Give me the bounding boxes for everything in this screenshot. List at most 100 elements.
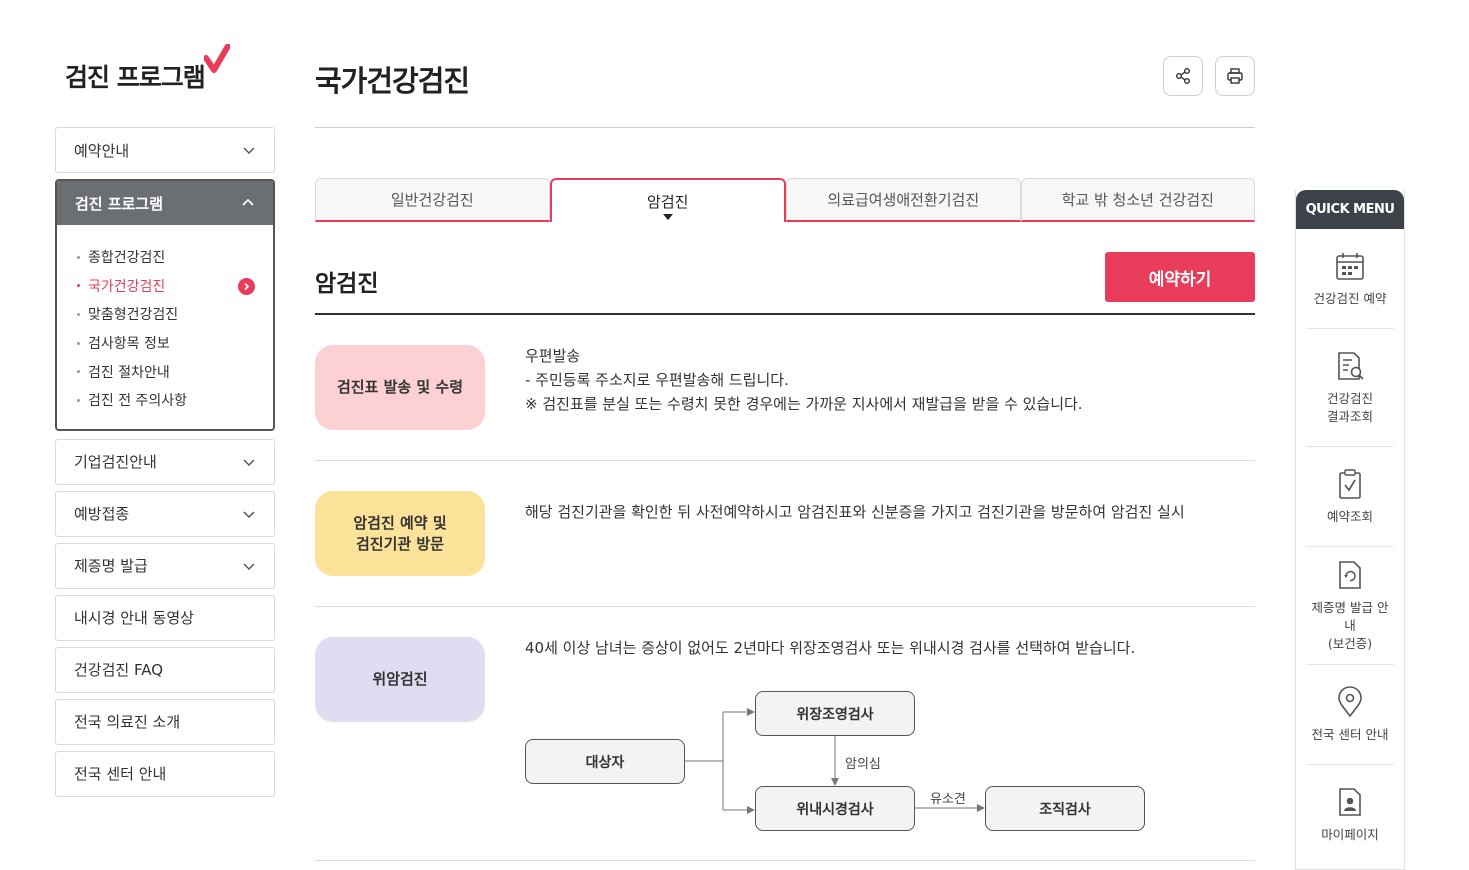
quick-item-results[interactable]: 건강검진 결과조회 [1306,329,1394,447]
quick-item-label: 결과조회 [1326,408,1373,424]
submenu-label: 국가건강검진 [88,278,166,295]
menu-item-faq[interactable]: 건강검진 FAQ [55,646,275,693]
quick-item-label: 전국 센터 안내 [1311,726,1389,742]
bullet-icon [77,312,80,316]
chevron-down-icon [243,459,255,466]
step-text-line: - 주민등록 주소지로 우편발송해 드립니다. [525,371,789,389]
chevron-down-icon [243,563,255,570]
menu-item-centers[interactable]: 전국 센터 안내 [55,750,275,797]
flow-box-biopsy: 조직검사 [985,786,1145,831]
submenu-item[interactable]: 맞춤형건강검진 [77,300,255,329]
quick-item-centers[interactable]: 전국 센터 안내 [1306,665,1394,765]
menu-item-certificate[interactable]: 제증명 발급 [55,542,275,589]
step-text-stomach: 40세 이상 남녀는 증상이 없어도 2년마다 위장조영검사 또는 위내시경 검… [525,639,1136,657]
menu-item-label: 전국 의료진 소개 [74,713,181,732]
step-badge-visit: 암검진 예약 및 검진기관 방문 [315,491,485,576]
quick-item-label: 마이페이지 [1321,827,1379,842]
tab-cancer-checkup[interactable]: 암검진 [549,178,786,222]
menu-item-endoscopy-video[interactable]: 내시경 안내 동영상 [55,594,275,641]
share-icon [1176,68,1190,84]
step-badge-delivery: 검진표 발송 및 수령 [315,345,485,430]
tab-medical-aid-checkup[interactable]: 의료급여생애전환기검진 [786,178,1021,222]
menu-item-label: 예방접종 [74,505,130,524]
quick-item-reservation[interactable]: 건강검진 예약 [1306,229,1394,329]
quick-item-reservation-lookup[interactable]: 예약조회 [1306,447,1394,547]
row-divider [315,860,1255,861]
submenu-label: 종합건강검진 [88,250,166,267]
bullet-icon [77,370,80,374]
menu-item-checkup-program[interactable]: 검진 프로그램 [57,181,273,225]
menu-item-corporate[interactable]: 기업검진안내 [55,438,275,485]
row-divider [315,606,1255,607]
check-logo-icon [204,44,230,73]
section-title: 암검진 [315,271,379,297]
menu-item-label: 내시경 안내 동영상 [74,609,194,628]
menu-item-label: 건강검진 FAQ [74,661,164,680]
header-divider [315,127,1255,128]
document-refresh-icon [1339,560,1361,589]
page-title: 국가건강검진 [315,64,470,98]
step-text-line: 우편발송 [525,347,581,365]
quick-item-certificate[interactable]: 제증명 발급 안내 (보건증) [1306,547,1394,665]
submenu-label: 검진 절차안내 [88,364,170,381]
menu-item-doctors[interactable]: 전국 의료진 소개 [55,698,275,745]
bullet-icon [77,341,80,345]
bullet-icon [77,398,80,402]
flow-box-subject: 대상자 [525,739,685,784]
tab-youth-checkup[interactable]: 학교 밖 청소년 건강검진 [1020,178,1255,222]
step-text-visit: 해당 검진기관을 확인한 뒤 사전예약하시고 암검진표와 신분증을 가지고 검진… [525,503,1185,521]
tab-bar: 일반건강검진 암검진 의료급여생애전환기검진 학교 밖 청소년 건강검진 [315,178,1255,222]
flow-label-finding: 유소견 [930,792,966,807]
tab-label: 의료급여생애전환기검진 [827,191,980,209]
menu-item-label: 제증명 발급 [74,557,148,576]
quick-item-mypage[interactable]: 마이페이지 [1306,765,1394,865]
section-divider [315,313,1255,315]
chevron-down-icon [243,147,255,155]
share-button[interactable] [1163,56,1203,96]
submenu-item[interactable]: 검진 전 주의사항 [77,386,255,415]
document-search-icon [1338,351,1364,380]
tab-general-checkup[interactable]: 일반건강검진 [315,178,550,222]
menu-item-label: 기업검진안내 [74,453,157,472]
menu-item-label: 검진 프로그램 [75,194,164,213]
tab-label: 학교 밖 청소년 건강검진 [1061,191,1214,209]
chevron-down-icon [243,511,255,518]
bullet-icon [77,255,80,259]
user-document-icon [1339,788,1361,816]
quick-menu: QUICK MENU 건강검진 예약 건강검진 결과조회 예약조회 제증명 발급… [1295,190,1405,870]
reserve-button[interactable]: 예약하기 [1105,252,1255,302]
submenu-item[interactable]: 종합건강검진 [77,243,255,272]
submenu-label: 검사항목 정보 [88,336,170,353]
calendar-icon [1336,252,1364,280]
quick-menu-title: QUICK MENU [1296,190,1404,229]
flow-box-upper-gi: 위장조영검사 [755,691,915,736]
printer-icon [1227,68,1243,84]
quick-item-label: 건강검진 예약 [1313,290,1387,306]
menu-open-checkup-program: 검진 프로그램 종합건강검진 국가건강검진 맞춤형건강검진 검사항목 정보 검진… [55,179,275,431]
step-badge-line: 검진기관 방문 [355,534,445,553]
menu-item-label: 전국 센터 안내 [74,765,167,784]
side-menu: 예약안내 검진 프로그램 종합건강검진 국가건강검진 맞춤형건강검진 검사항목 … [55,127,275,803]
caret-down-icon [662,214,673,220]
quick-item-label: 예약조회 [1326,508,1373,524]
submenu-label: 검진 전 주의사항 [88,393,188,410]
menu-item-vaccination[interactable]: 예방접종 [55,490,275,537]
step-badge-line: 암검진 예약 및 [353,513,447,532]
submenu-list: 종합건강검진 국가건강검진 맞춤형건강검진 검사항목 정보 검진 절차안내 검진… [57,225,273,429]
menu-item-reservation[interactable]: 예약안내 [55,127,275,173]
submenu-item[interactable]: 검진 절차안내 [77,357,255,386]
chevron-right-circle-icon [238,277,255,295]
tab-label: 일반건강검진 [390,191,474,209]
submenu-item[interactable]: 검사항목 정보 [77,329,255,358]
bullet-icon [77,284,80,288]
clipboard-check-icon [1339,468,1361,499]
quick-item-label: (보건증) [1327,635,1373,651]
sidebar-title: 검진 프로그램 [65,63,206,92]
step-badge-stomach: 위암검진 [315,637,485,722]
step-text-delivery: 우편발송 - 주민등록 주소지로 우편발송해 드립니다. ※ 검진표를 분실 또… [525,344,1083,416]
submenu-item-active[interactable]: 국가건강검진 [77,272,255,301]
print-button[interactable] [1215,56,1255,96]
quick-item-label: 제증명 발급 안내 [1311,599,1389,633]
menu-item-label: 예약안내 [74,141,130,160]
row-divider [315,460,1255,461]
